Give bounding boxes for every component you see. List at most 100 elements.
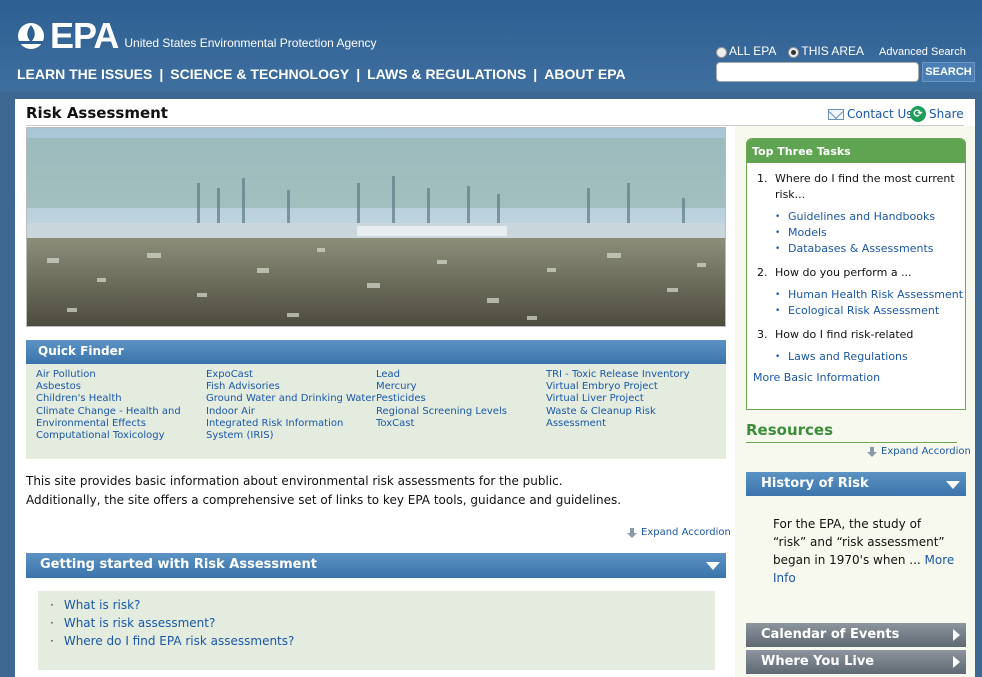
qf-link[interactable]: Virtual Embryo Project — [546, 381, 716, 393]
qf-link[interactable]: Indoor Air — [206, 406, 376, 418]
qf-link[interactable]: ToxCast — [376, 418, 546, 430]
qf-link[interactable]: Climate Change - Health and Environmenta… — [36, 406, 206, 430]
epa-logo[interactable]: EPA United States Environmental Protecti… — [16, 15, 377, 56]
hero-image-landfill — [26, 127, 726, 327]
chevron-down-icon — [946, 481, 960, 489]
search-scope-options: ALL EPA THIS AREA — [716, 44, 864, 58]
history-of-risk-text: For the EPA, the study of “risk” and “ri… — [773, 515, 958, 587]
task-question: Where do I find the most current risk... — [775, 172, 955, 201]
contact-us-label: Contact Us — [847, 107, 913, 121]
intro-text: This site provides basic information abo… — [26, 472, 726, 510]
human-health-risk-link[interactable]: Human Health Risk Assessment — [775, 287, 965, 303]
search-button[interactable]: SEARCH — [922, 62, 975, 82]
nav-separator: | — [159, 66, 164, 82]
page-content: Risk Assessment Contact Us ⟳ Share Quick… — [15, 99, 975, 677]
advanced-search-link[interactable]: Advanced Search — [879, 46, 966, 58]
calendar-of-events-accordion[interactable]: Calendar of Events — [746, 623, 966, 647]
list-item: Where do I find EPA risk assessments? — [50, 632, 703, 650]
qf-link[interactable]: ExpoCast — [206, 369, 376, 381]
chevron-right-icon — [953, 629, 960, 641]
history-summary: For the EPA, the study of “risk” and “ri… — [773, 517, 945, 567]
task-item: 3. How do I find risk-related Laws and Re… — [757, 327, 965, 365]
search-input[interactable] — [716, 62, 919, 82]
list-item: What is risk assessment? — [50, 614, 703, 632]
getting-started-title: Getting started with Risk Assessment — [40, 557, 317, 572]
calendar-of-events-title: Calendar of Events — [761, 627, 900, 642]
models-link[interactable]: Models — [775, 225, 965, 241]
laws-regulations-link[interactable]: Laws and Regulations — [775, 349, 965, 365]
site-header: EPA United States Environmental Protecti… — [0, 0, 982, 92]
task-question: How do you perform a ... — [775, 266, 912, 279]
qf-link[interactable]: Asbestos — [36, 381, 206, 393]
qf-link[interactable]: Children's Health — [36, 393, 206, 405]
find-epa-risk-assessments-link[interactable]: Where do I find EPA risk assessments? — [64, 634, 295, 648]
qf-link[interactable]: Computational Toxicology — [36, 430, 206, 442]
more-basic-information-link[interactable]: More Basic Information — [753, 371, 965, 384]
task-number: 1. — [757, 172, 768, 185]
quick-finder-links: Air Pollution Asbestos Children's Health… — [26, 364, 726, 459]
nav-about-epa[interactable]: ABOUT EPA — [544, 66, 625, 82]
qf-link[interactable]: Ground Water and Drinking Water — [206, 393, 376, 405]
qf-link[interactable]: Integrated Risk Information System (IRIS… — [206, 418, 376, 442]
what-is-risk-assessment-link[interactable]: What is risk assessment? — [64, 616, 216, 630]
what-is-risk-link[interactable]: What is risk? — [64, 598, 141, 612]
share-link[interactable]: ⟳ Share — [910, 106, 964, 122]
quick-finder-header: Quick Finder — [26, 340, 726, 364]
nav-laws-regulations[interactable]: LAWS & REGULATIONS — [367, 66, 526, 82]
history-of-risk-title: History of Risk — [761, 476, 869, 491]
task-item: 2. How do you perform a ... Human Health … — [757, 265, 965, 319]
quick-finder-column: Lead Mercury Pesticides Regional Screeni… — [376, 369, 546, 454]
share-icon: ⟳ — [910, 106, 926, 122]
qf-link[interactable]: Waste & Cleanup Risk Assessment — [546, 406, 716, 430]
ecological-risk-link[interactable]: Ecological Risk Assessment — [775, 303, 965, 319]
radio-this-area-label: THIS AREA — [801, 44, 865, 58]
agency-name: United States Environmental Protection A… — [124, 36, 377, 50]
radio-all-epa-label: ALL EPA — [729, 44, 777, 58]
qf-link[interactable]: Fish Advisories — [206, 381, 376, 393]
nav-learn-the-issues[interactable]: LEARN THE ISSUES — [17, 66, 152, 82]
top-three-tasks-header: Top Three Tasks — [747, 139, 965, 163]
guidelines-handbooks-link[interactable]: Guidelines and Handbooks — [775, 209, 965, 225]
expand-accordion-label: Expand Accordion — [641, 527, 731, 538]
where-you-live-title: Where You Live — [761, 654, 875, 669]
qf-link[interactable]: Regional Screening Levels — [376, 406, 546, 418]
nav-science-technology[interactable]: SCIENCE & TECHNOLOGY — [170, 66, 349, 82]
task-item: 1. Where do I find the most current risk.… — [757, 171, 965, 257]
quick-finder-column: Air Pollution Asbestos Children's Health… — [36, 369, 206, 454]
list-item: What is risk? — [50, 596, 703, 614]
expand-accordion-link[interactable]: Expand Accordion — [627, 527, 731, 538]
main-navigation: LEARN THE ISSUES | SCIENCE & TECHNOLOGY … — [17, 66, 626, 82]
radio-this-area[interactable] — [788, 46, 800, 58]
getting-started-list: What is risk? What is risk assessment? W… — [38, 591, 715, 670]
task-list: 1. Where do I find the most current risk.… — [757, 171, 965, 365]
expand-accordion-label: Expand Accordion — [881, 446, 971, 457]
history-of-risk-accordion[interactable]: History of Risk — [746, 472, 966, 496]
qf-link[interactable]: Lead — [376, 369, 546, 381]
resources-heading: Resources — [746, 421, 834, 439]
task-number: 2. — [757, 266, 768, 279]
qf-link[interactable]: TRI - Toxic Release Inventory — [546, 369, 716, 381]
databases-assessments-link[interactable]: Databases & Assessments — [775, 241, 965, 257]
arrow-down-icon — [867, 446, 877, 457]
getting-started-accordion-header[interactable]: Getting started with Risk Assessment — [26, 553, 726, 578]
task-question: How do I find risk-related — [775, 328, 914, 341]
qf-link[interactable]: Air Pollution — [36, 369, 206, 381]
contact-us-link[interactable]: Contact Us — [828, 107, 913, 121]
task-number: 3. — [757, 328, 768, 341]
top-three-tasks-box: Top Three Tasks 1. Where do I find the mo… — [746, 138, 966, 410]
qf-link[interactable]: Pesticides — [376, 393, 546, 405]
nav-separator: | — [533, 66, 538, 82]
expand-accordion-link[interactable]: Expand Accordion — [867, 446, 971, 457]
where-you-live-accordion[interactable]: Where You Live — [746, 650, 966, 674]
qf-link[interactable]: Virtual Liver Project — [546, 393, 716, 405]
quick-finder-column: TRI - Toxic Release Inventory Virtual Em… — [546, 369, 716, 454]
logo-text: EPA — [50, 15, 119, 56]
qf-link[interactable]: Mercury — [376, 381, 546, 393]
share-label: Share — [929, 107, 964, 121]
intro-line: Additionally, the site offers a comprehe… — [26, 493, 622, 507]
landfill-illustration — [27, 128, 725, 326]
right-sidebar: Top Three Tasks 1. Where do I find the mo… — [735, 126, 975, 677]
radio-all-epa[interactable] — [716, 46, 727, 58]
resources-divider — [746, 442, 957, 443]
chevron-down-icon — [706, 562, 720, 570]
